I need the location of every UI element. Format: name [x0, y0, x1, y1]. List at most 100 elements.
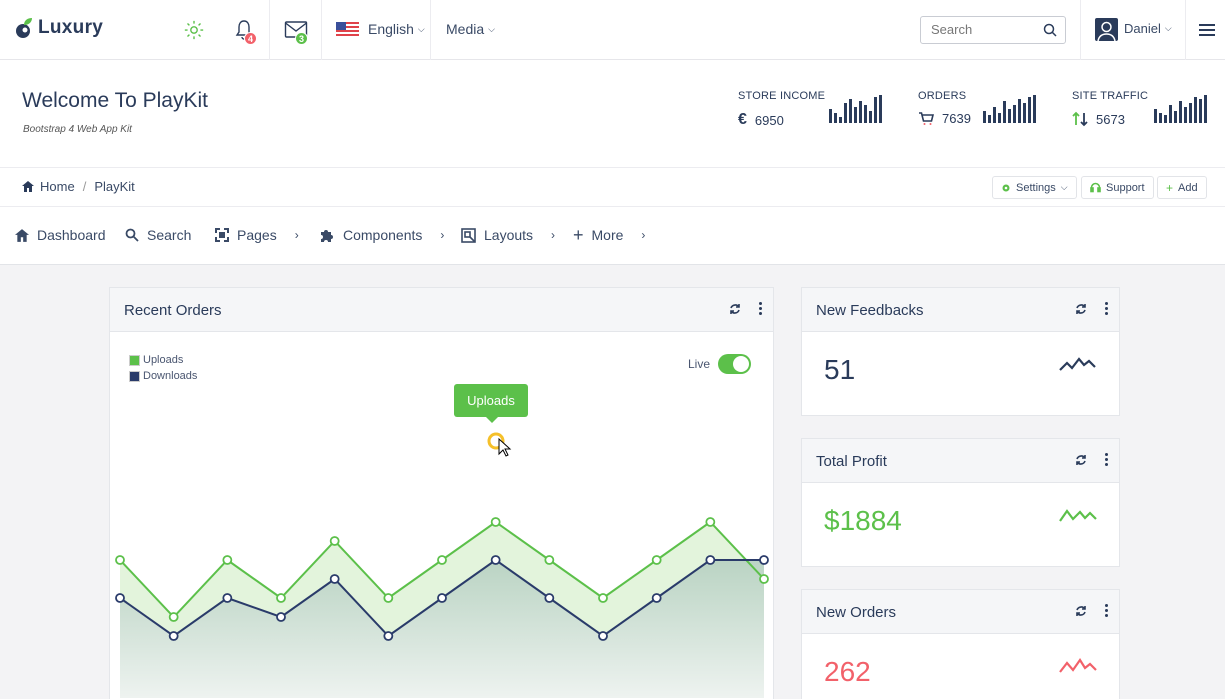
settings-button[interactable]	[180, 0, 208, 60]
more-options-icon[interactable]	[1103, 604, 1109, 617]
uploads-point[interactable]	[383, 593, 394, 603]
profit-value: $1884	[824, 505, 902, 536]
uploads-point[interactable]	[490, 517, 501, 527]
settings-dropdown-button[interactable]: Settings ⌵	[992, 176, 1077, 199]
orders-stat: ORDERS 7639	[918, 90, 971, 126]
uploads-point[interactable]	[651, 555, 662, 565]
downloads-point[interactable]	[222, 593, 233, 603]
gear-icon	[184, 20, 204, 40]
user-name: Daniel	[1124, 21, 1161, 36]
breadcrumb-bar: Home / PlayKit Settings ⌵ Support + Add	[0, 168, 1225, 207]
uploads-point[interactable]	[115, 555, 125, 565]
breadcrumb-current: PlayKit	[94, 179, 135, 194]
card-title: New Feedbacks	[816, 302, 924, 319]
refresh-icon[interactable]	[1075, 303, 1087, 315]
menu-item-pages[interactable]: Pages ›	[215, 227, 299, 243]
downloads-point[interactable]	[115, 593, 125, 603]
menu-item-label: Search	[147, 227, 192, 243]
uploads-point[interactable]	[544, 555, 555, 565]
uploads-point[interactable]	[705, 517, 716, 527]
refresh-icon[interactable]	[1075, 454, 1087, 466]
site-traffic-sparkline	[1154, 95, 1207, 123]
downloads-point[interactable]	[705, 555, 716, 565]
traffic-arrows-icon	[1072, 111, 1088, 127]
downloads-point[interactable]	[329, 574, 340, 584]
card-header: New Feedbacks	[802, 288, 1119, 332]
menu-item-layouts[interactable]: Layouts ›	[461, 227, 555, 243]
notifications-button[interactable]: 4	[230, 0, 258, 60]
menu-item-dashboard[interactable]: Dashboard	[15, 227, 106, 243]
menu-item-more[interactable]: + More ›	[573, 225, 645, 245]
downloads-point[interactable]	[168, 631, 179, 641]
uploads-point[interactable]	[168, 612, 179, 622]
media-dropdown[interactable]: Media ⌵	[446, 21, 495, 37]
downloads-point[interactable]	[437, 593, 447, 603]
stat-value: 5673	[1096, 111, 1125, 127]
card-header: New Orders	[802, 590, 1119, 634]
downloads-point[interactable]	[598, 631, 608, 641]
divider	[1080, 0, 1081, 60]
uploads-point[interactable]	[329, 536, 340, 546]
chevron-down-icon: ⌵	[417, 23, 425, 34]
refresh-icon[interactable]	[1075, 605, 1087, 617]
divider	[1185, 0, 1186, 60]
downloads-point[interactable]	[759, 555, 769, 565]
menu-item-search[interactable]: Search	[125, 227, 191, 243]
downloads-point[interactable]	[490, 555, 501, 565]
more-options-icon[interactable]	[1103, 302, 1109, 315]
cart-icon	[919, 111, 934, 125]
recent-orders-chart	[115, 432, 769, 698]
messages-button[interactable]: 3	[282, 0, 310, 60]
card-title: New Orders	[816, 604, 897, 621]
settings-label: Settings	[1016, 181, 1056, 194]
plus-icon: +	[573, 225, 584, 245]
support-button[interactable]: Support	[1081, 176, 1154, 199]
user-dropdown[interactable]: Daniel ⌵	[1124, 21, 1172, 36]
menu-item-label: Components	[343, 227, 423, 243]
more-options-icon[interactable]	[757, 302, 763, 315]
search-icon[interactable]	[1043, 23, 1057, 37]
refresh-icon[interactable]	[729, 303, 741, 315]
divider	[321, 0, 322, 60]
avatar[interactable]	[1095, 18, 1118, 41]
recent-orders-card: Recent Orders Uploads Downloads Live Upl…	[109, 287, 774, 699]
downloads-point[interactable]	[544, 593, 555, 603]
menu-item-label: Layouts	[484, 227, 534, 243]
menu-item-components[interactable]: Components ›	[320, 227, 444, 243]
chevron-down-icon: ⌵	[1164, 23, 1172, 33]
trend-icon	[1059, 357, 1096, 371]
cursor-icon	[498, 437, 512, 457]
feedbacks-value: 51	[824, 354, 856, 385]
menu-item-label: Pages	[237, 227, 277, 243]
add-label: Add	[1178, 181, 1198, 194]
language-dropdown[interactable]: English ⌵	[336, 21, 425, 37]
trend-icon	[1059, 509, 1097, 522]
chevron-right-icon: ›	[294, 228, 299, 242]
menu-toggle-button[interactable]	[1196, 0, 1218, 60]
trend-icon	[1059, 658, 1097, 673]
breadcrumb-separator: /	[82, 179, 87, 194]
pages-icon	[215, 228, 229, 242]
brand-logo[interactable]: Luxury	[14, 17, 103, 39]
uploads-point[interactable]	[222, 555, 233, 565]
add-button[interactable]: + Add	[1157, 176, 1207, 199]
uploads-point[interactable]	[437, 555, 447, 565]
plus-icon: +	[1166, 180, 1174, 195]
more-options-icon[interactable]	[1103, 453, 1109, 466]
downloads-point[interactable]	[276, 612, 286, 622]
uploads-point[interactable]	[598, 593, 608, 603]
euro-icon: €	[738, 111, 747, 128]
search-input[interactable]	[931, 22, 1041, 37]
downloads-point[interactable]	[383, 631, 394, 641]
notifications-badge: 4	[244, 32, 257, 45]
page-title: Welcome To PlayKit	[22, 89, 208, 112]
card-header: Total Profit	[802, 439, 1119, 483]
leaf-logo-icon	[16, 18, 32, 38]
card-title: Total Profit	[816, 453, 887, 470]
chevron-down-icon: ⌵	[1060, 182, 1068, 192]
uploads-point[interactable]	[759, 574, 769, 584]
downloads-point[interactable]	[651, 593, 662, 603]
uploads-point[interactable]	[276, 593, 286, 603]
hamburger-icon	[1199, 24, 1215, 36]
breadcrumb-home[interactable]: Home	[40, 179, 75, 194]
